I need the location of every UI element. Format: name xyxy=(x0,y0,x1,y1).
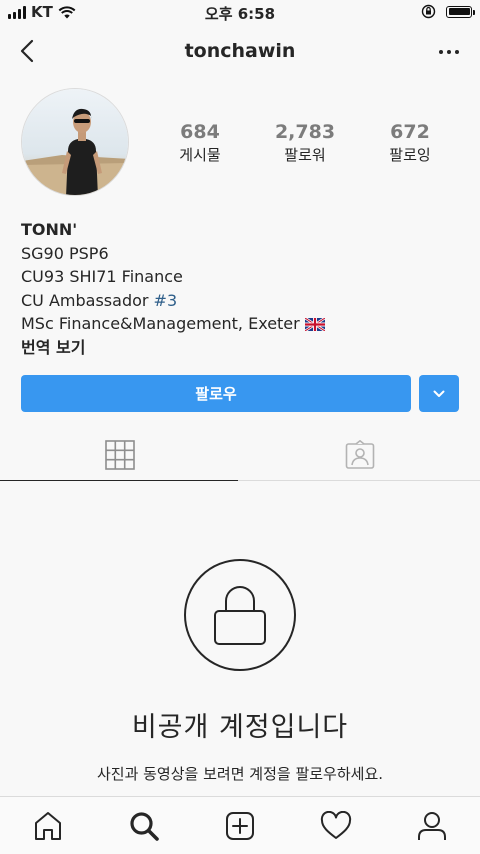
nav-activity[interactable] xyxy=(306,801,366,851)
profile-stats: 684 게시물 2,783 팔로워 672 팔로잉 xyxy=(150,120,460,166)
stat-followers[interactable]: 2,783 팔로워 xyxy=(255,120,355,166)
nav-header: tonchawin xyxy=(0,30,480,76)
profile-bio: TONN' SG90 PSP6 CU93 SHI71 Finance CU Am… xyxy=(21,218,461,359)
bio-line: CU93 SHI71 Finance xyxy=(21,267,183,286)
private-account-title: 비공개 계정입니다 xyxy=(131,712,349,743)
orientation-lock-icon xyxy=(421,4,436,19)
status-time: 오후 6:58 xyxy=(204,5,276,23)
nav-profile[interactable] xyxy=(402,801,462,851)
stat-followers-label: 팔로워 xyxy=(284,146,326,164)
stat-followers-count: 2,783 xyxy=(274,121,336,143)
more-options-button[interactable] xyxy=(432,38,466,66)
bio-name: TONN' xyxy=(21,220,78,239)
suggested-accounts-button[interactable] xyxy=(419,375,459,412)
see-translation-link[interactable]: 번역 보기 xyxy=(21,336,461,360)
battery-icon xyxy=(446,5,475,18)
profile-photo xyxy=(22,89,128,195)
nav-search[interactable] xyxy=(114,801,174,851)
app-screen: KT 오후 6:58 tonchawin 684 게시물 2,783 팔로워 6… xyxy=(0,0,480,854)
stat-posts[interactable]: 684 게시물 xyxy=(150,120,250,166)
chevron-down-icon xyxy=(433,390,445,397)
stat-posts-label: 게시물 xyxy=(179,146,221,164)
profile-icon xyxy=(418,811,446,840)
stat-following-label: 팔로잉 xyxy=(389,146,431,164)
more-dot-icon xyxy=(455,50,459,54)
stat-following-count: 672 xyxy=(390,121,430,143)
private-account-description: 사진과 동영상을 보려면 계정을 팔로우하세요. xyxy=(96,765,384,783)
lock-icon-circle xyxy=(184,559,296,671)
tagged-icon xyxy=(345,440,375,469)
nav-add-post[interactable] xyxy=(210,801,270,851)
bio-line-text: MSc Finance&Management, Exeter xyxy=(21,314,300,333)
private-account-section: 비공개 계정입니다 사진과 동영상을 보려면 계정을 팔로우하세요. xyxy=(0,481,480,797)
avatar[interactable] xyxy=(21,88,129,196)
tab-tagged[interactable] xyxy=(240,430,480,480)
bio-line: CU Ambassador #3 xyxy=(21,289,461,313)
more-dot-icon xyxy=(439,50,443,54)
profile-tabs xyxy=(0,430,480,481)
status-right xyxy=(421,4,475,19)
profile-username: tonchawin xyxy=(184,40,296,62)
bio-line: MSc Finance&Management, Exeter xyxy=(21,312,461,336)
activity-heart-icon xyxy=(320,810,352,839)
home-icon xyxy=(35,811,61,840)
bottom-nav xyxy=(0,796,480,854)
bio-line: SG90 PSP6 xyxy=(21,243,109,263)
lock-icon xyxy=(214,586,266,645)
status-bar: KT 오후 6:58 xyxy=(0,0,480,28)
add-post-icon xyxy=(226,811,254,840)
hashtag-link[interactable]: #3 xyxy=(154,291,178,310)
tab-grid[interactable] xyxy=(0,430,240,480)
stat-following[interactable]: 672 팔로잉 xyxy=(360,120,460,166)
follow-button[interactable]: 팔로우 xyxy=(21,375,411,412)
bio-line-text: CU Ambassador xyxy=(21,290,154,310)
nav-home[interactable] xyxy=(18,801,78,851)
uk-flag-icon xyxy=(304,318,325,331)
grid-icon xyxy=(105,440,135,470)
search-icon xyxy=(130,811,159,841)
more-dot-icon xyxy=(447,50,451,54)
stat-posts-count: 684 xyxy=(180,121,220,143)
